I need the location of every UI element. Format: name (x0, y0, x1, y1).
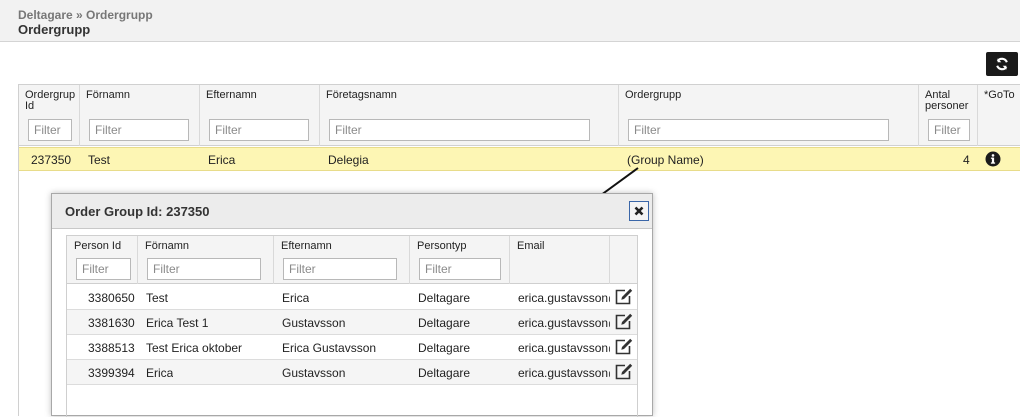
column-title: Ordergrup Id (25, 90, 75, 112)
column-goto: *GoTo (978, 85, 1020, 146)
column-firstname[interactable]: Förnamn (138, 236, 274, 284)
filter-person-id[interactable] (76, 258, 131, 280)
breadcrumb[interactable]: Deltagare » Ordergrupp (18, 8, 153, 22)
column-lastname[interactable]: Efternamn (200, 85, 320, 146)
refresh-button[interactable] (986, 52, 1018, 76)
close-button[interactable] (629, 201, 649, 221)
filter-firstname[interactable] (147, 258, 261, 280)
column-title: Efternamn (281, 240, 332, 252)
column-ordergroup[interactable]: Ordergrupp (619, 85, 919, 146)
column-title: Persontyp (417, 240, 467, 252)
cell-firstname: Test (88, 153, 111, 167)
column-title: Efternamn (206, 89, 257, 101)
page-title: Ordergrupp (18, 22, 91, 37)
column-title: Förnamn (86, 89, 131, 101)
column-title: Person Id (74, 240, 122, 252)
cell-person-id: 3380650 (88, 291, 135, 305)
column-company[interactable]: Företagsnamn (320, 85, 619, 146)
page-header: Deltagare » Ordergrupp Ordergrupp (0, 0, 1020, 42)
cell-lastname: Erica (282, 291, 310, 305)
table-row[interactable]: 3388513 Test Erica oktober Erica Gustavs… (67, 335, 637, 360)
column-person-id[interactable]: Person Id (67, 236, 138, 284)
refresh-icon (996, 57, 1008, 71)
cell-firstname: Erica (146, 366, 174, 380)
filter-lastname[interactable] (283, 258, 397, 280)
column-title: *GoTo (984, 89, 1015, 101)
filter-firstname[interactable] (89, 119, 189, 141)
filter-persontype[interactable] (419, 258, 501, 280)
column-actions (610, 236, 637, 284)
table-row[interactable]: 3380650 Test Erica Deltagare erica.gusta… (67, 285, 637, 310)
cell-email: erica.gustavsson@ (518, 291, 610, 305)
column-firstname[interactable]: Förnamn (80, 85, 200, 146)
cell-email: erica.gustavsson@ (518, 316, 610, 330)
table-row[interactable]: 3399394 Erica Gustavsson Deltagare erica… (67, 360, 637, 385)
column-title: Företagsnamn (326, 89, 397, 101)
cell-person-id: 3388513 (88, 341, 135, 355)
cell-email: erica.gustavsson@ (518, 341, 610, 355)
dialog-title: Order Group Id: 237350 (65, 204, 210, 219)
table-row[interactable]: 3381630 Erica Test 1 Gustavsson Deltagar… (67, 310, 637, 335)
cell-company: Delegia (328, 153, 369, 167)
table-row[interactable]: 237350 Test Erica Delegia (Group Name) 4 (19, 147, 1020, 171)
column-email[interactable]: Email (510, 236, 610, 284)
column-ordergroup-id[interactable]: Ordergrup Id (19, 85, 80, 146)
column-lastname[interactable]: Efternamn (274, 236, 410, 284)
cell-firstname: Test (146, 291, 169, 305)
column-title: Förnamn (145, 240, 190, 252)
person-grid: Person Id Förnamn Efternamn Persontyp Em… (66, 235, 638, 417)
filter-ordergroup-id[interactable] (28, 119, 72, 141)
cell-firstname: Test Erica oktober (146, 341, 243, 355)
cell-persontype: Deltagare (418, 291, 471, 305)
dialog-header[interactable]: Order Group Id: 237350 (52, 194, 652, 229)
edit-icon[interactable] (615, 338, 633, 355)
column-persontype[interactable]: Persontyp (410, 236, 510, 284)
column-title: Antal personer (925, 90, 968, 112)
filter-company[interactable] (329, 119, 590, 141)
cell-lastname: Erica (208, 153, 236, 167)
cell-persontype: Deltagare (418, 316, 471, 330)
edit-icon[interactable] (615, 288, 633, 305)
filter-ordergroup[interactable] (628, 119, 889, 141)
cell-lastname: Erica Gustavsson (282, 341, 377, 355)
column-title: Email (517, 240, 545, 252)
cell-person-id: 3399394 (88, 366, 135, 380)
cell-person-id: 3381630 (88, 316, 135, 330)
order-group-dialog: Order Group Id: 237350 Person Id Förnamn… (51, 193, 653, 417)
column-count[interactable]: Antal personer (919, 85, 978, 146)
filter-lastname[interactable] (209, 119, 309, 141)
info-icon[interactable] (985, 151, 1001, 167)
close-icon (634, 206, 644, 216)
grid-header: Person Id Förnamn Efternamn Persontyp Em… (67, 236, 637, 284)
grid-header: Ordergrup Id Förnamn Efternamn Företagsn… (19, 85, 1020, 146)
edit-icon[interactable] (615, 313, 633, 330)
cell-count: 4 (963, 153, 970, 167)
cell-email: erica.gustavsson@ (518, 366, 610, 380)
column-title-line: personer (925, 100, 969, 112)
column-title-line: Id (25, 100, 35, 112)
cell-persontype: Deltagare (418, 366, 471, 380)
cell-persontype: Deltagare (418, 341, 471, 355)
edit-icon[interactable] (615, 363, 633, 380)
column-title: Ordergrupp (625, 89, 682, 101)
cell-firstname: Erica Test 1 (146, 316, 209, 330)
cell-ordergroup-id: 237350 (31, 153, 72, 167)
cell-lastname: Gustavsson (282, 316, 346, 330)
cell-lastname: Gustavsson (282, 366, 346, 380)
filter-count[interactable] (928, 119, 970, 141)
